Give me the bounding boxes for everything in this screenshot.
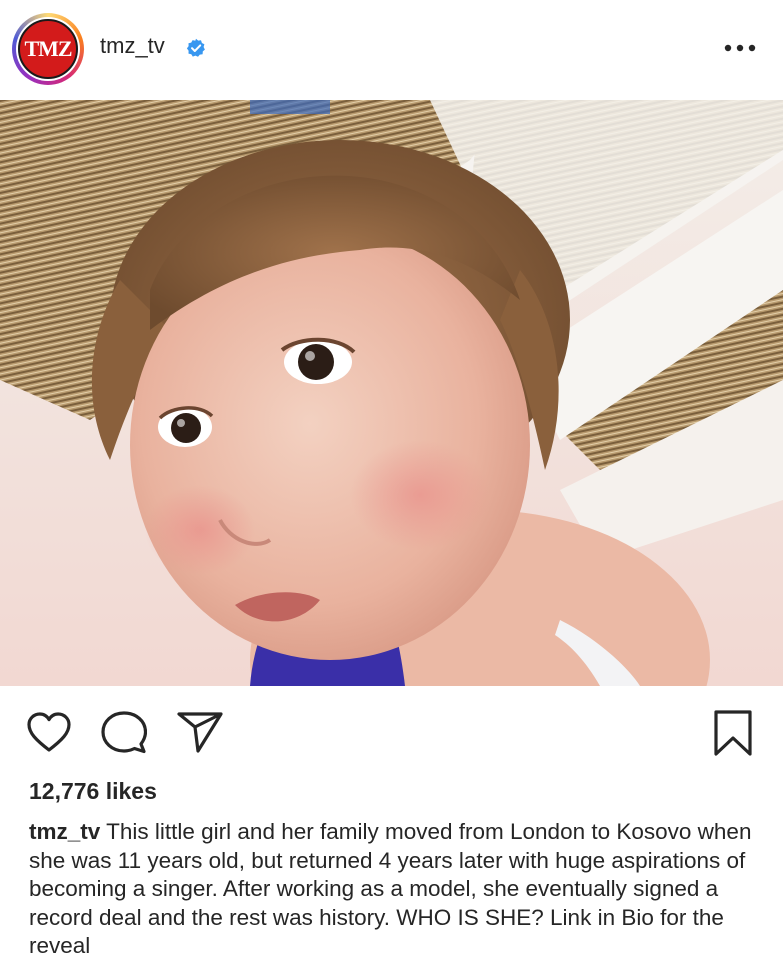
post-header: TMZ tmz_tv xyxy=(0,0,783,100)
comment-bubble-icon[interactable] xyxy=(101,710,147,754)
likes-count[interactable]: 12,776 likes xyxy=(29,778,157,805)
caption-username[interactable]: tmz_tv xyxy=(29,819,100,844)
verified-badge-icon xyxy=(186,38,205,57)
username-link[interactable]: tmz_tv xyxy=(100,33,165,59)
caption-text: This little girl and her family moved fr… xyxy=(29,819,752,958)
heart-icon[interactable] xyxy=(26,711,72,753)
post-photo[interactable] xyxy=(0,100,783,686)
more-horizontal-icon[interactable] xyxy=(722,38,758,58)
bookmark-icon[interactable] xyxy=(712,709,754,757)
post-photo-image xyxy=(0,100,783,686)
avatar-logo: TMZ xyxy=(18,19,78,79)
avatar[interactable]: TMZ xyxy=(16,17,80,81)
paper-plane-icon[interactable] xyxy=(176,711,224,753)
post-caption: tmz_tv This little girl and her family m… xyxy=(29,818,769,961)
action-bar xyxy=(0,705,783,759)
